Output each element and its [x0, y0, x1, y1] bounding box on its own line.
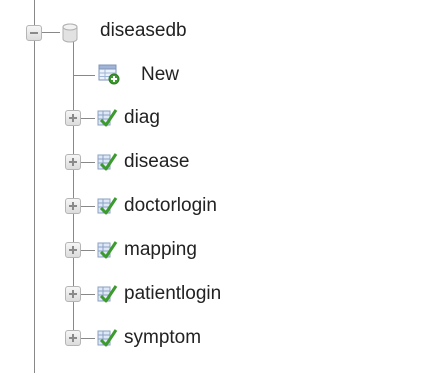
connector-line [81, 162, 95, 163]
table-node[interactable]: symptom [0, 318, 433, 358]
table-name[interactable]: disease [124, 151, 190, 173]
new-table-icon [98, 64, 120, 85]
table-node[interactable]: diag [0, 98, 433, 138]
connector-line [81, 250, 95, 251]
table-icon [97, 285, 118, 303]
table-icon [97, 109, 118, 127]
expand-icon[interactable] [65, 110, 81, 126]
database-tree: diseasedb New diag disease doctorlogin m… [0, 0, 433, 373]
connector-line [73, 75, 95, 76]
table-node[interactable]: disease [0, 142, 433, 182]
table-name[interactable]: diag [124, 107, 160, 129]
database-name[interactable]: diseasedb [100, 20, 187, 42]
collapse-icon[interactable] [26, 25, 42, 41]
expand-icon[interactable] [65, 286, 81, 302]
connector-line [81, 294, 95, 295]
table-name[interactable]: symptom [124, 327, 201, 349]
connector-line [81, 118, 95, 119]
table-node[interactable]: mapping [0, 230, 433, 270]
table-node[interactable]: patientlogin [0, 274, 433, 314]
connector-line [42, 32, 60, 33]
table-name[interactable]: mapping [124, 239, 197, 261]
table-icon [97, 241, 118, 259]
expand-icon[interactable] [65, 198, 81, 214]
table-icon [97, 153, 118, 171]
table-name[interactable]: doctorlogin [124, 195, 217, 217]
table-icon [97, 329, 118, 347]
database-icon [62, 23, 78, 43]
expand-icon[interactable] [65, 330, 81, 346]
table-node[interactable]: doctorlogin [0, 186, 433, 226]
database-node[interactable]: diseasedb [0, 14, 433, 54]
new-table-label[interactable]: New [141, 64, 179, 86]
expand-icon[interactable] [65, 154, 81, 170]
expand-icon[interactable] [65, 242, 81, 258]
connector-line [81, 206, 95, 207]
connector-line [81, 338, 95, 339]
table-icon [97, 197, 118, 215]
table-name[interactable]: patientlogin [124, 283, 221, 305]
new-table-node[interactable]: New [0, 55, 433, 95]
